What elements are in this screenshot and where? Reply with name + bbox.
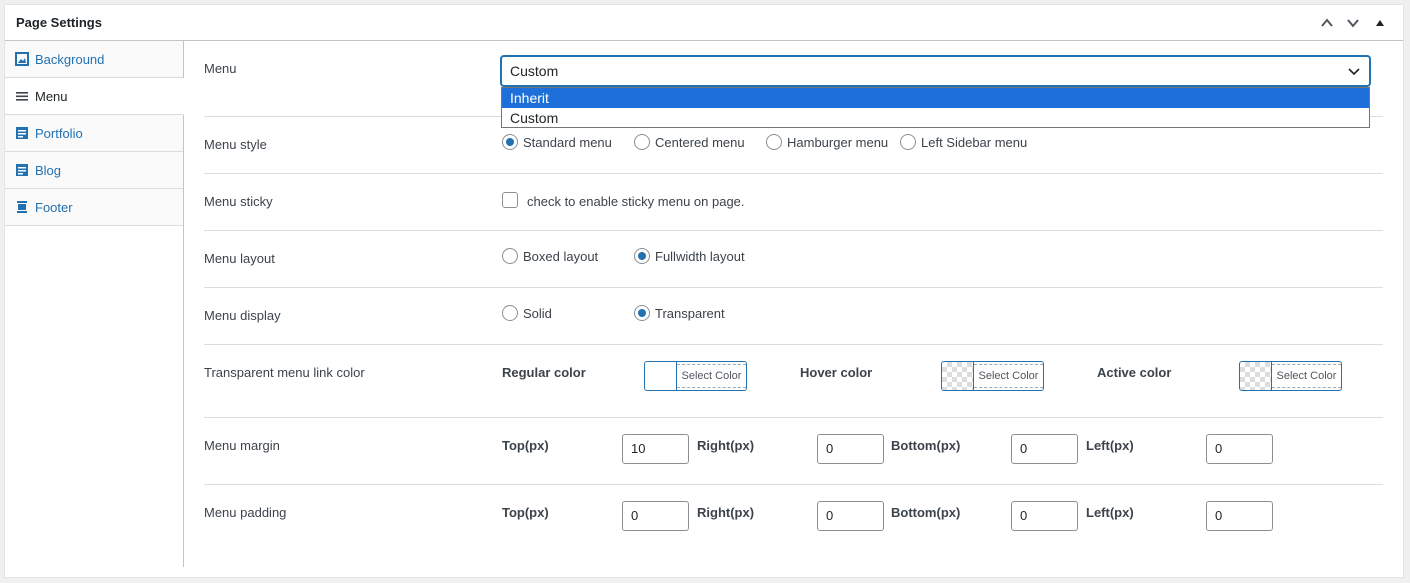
field-label: Menu margin xyxy=(204,438,280,453)
tab-background[interactable]: Background xyxy=(5,41,183,78)
menu-select-row: Menu Custom Inherit Custom xyxy=(204,41,1383,128)
radio-boxed-layout[interactable]: Boxed layout xyxy=(502,248,598,264)
select-color-text: Select Color xyxy=(974,364,1043,388)
margin-left-input[interactable]: 0 xyxy=(1206,434,1273,464)
option-custom[interactable]: Custom xyxy=(502,108,1369,128)
triangle-up-icon[interactable] xyxy=(1370,13,1390,33)
menu-margin-row: Menu margin Top(px) 10 Right(px) 0 Botto… xyxy=(204,418,1383,485)
menu-display-row: Menu display Solid Transparent xyxy=(204,288,1383,345)
margin-bottom-input[interactable]: 0 xyxy=(1011,434,1078,464)
radio-transparent[interactable]: Transparent xyxy=(634,305,725,321)
radio-standard-menu[interactable]: Standard menu xyxy=(502,134,612,150)
radio-solid[interactable]: Solid xyxy=(502,305,552,321)
field-label: Menu style xyxy=(204,137,267,152)
image-icon xyxy=(15,52,29,66)
left-px-label: Left(px) xyxy=(1086,438,1134,453)
padding-left-input[interactable]: 0 xyxy=(1206,501,1273,531)
menu-select[interactable]: Custom xyxy=(501,56,1370,86)
radio-circle xyxy=(502,248,518,264)
radio-label: Hamburger menu xyxy=(787,134,889,150)
radio-label: Fullwidth layout xyxy=(655,248,745,264)
menu-padding-row: Menu padding Top(px) 0 Right(px) 0 Botto… xyxy=(204,485,1383,552)
top-px-label: Top(px) xyxy=(502,505,549,520)
margin-right-input[interactable]: 0 xyxy=(817,434,884,464)
page-settings-panel: Page Settings Background Menu Portfolio … xyxy=(4,4,1404,578)
radio-circle xyxy=(502,305,518,321)
menu-sticky-row: Menu sticky check to enable sticky menu … xyxy=(204,174,1383,231)
radio-label: Boxed layout xyxy=(523,248,599,264)
checkbox-label: check to enable sticky menu on page. xyxy=(527,194,745,209)
padding-bottom-input[interactable]: 0 xyxy=(1011,501,1078,531)
radio-centered-menu[interactable]: Centered menu xyxy=(634,134,745,150)
active-color-label: Active color xyxy=(1097,365,1172,380)
radio-label: Left Sidebar menu xyxy=(921,134,1028,150)
tab-blog[interactable]: Blog xyxy=(5,152,183,189)
select-color-text: Select Color xyxy=(1272,364,1341,388)
panel-header: Page Settings xyxy=(5,5,1403,41)
radio-circle xyxy=(900,134,916,150)
tab-label: Blog xyxy=(35,162,62,178)
settings-sidebar: Background Menu Portfolio Blog Footer xyxy=(5,41,184,567)
color-swatch xyxy=(942,362,974,390)
tab-menu[interactable]: Menu xyxy=(5,78,184,115)
field-label: Menu padding xyxy=(204,505,287,520)
tab-label: Footer xyxy=(35,199,73,215)
padding-right-input[interactable]: 0 xyxy=(817,501,884,531)
panel-title: Page Settings xyxy=(16,15,102,30)
left-px-label: Left(px) xyxy=(1086,505,1134,520)
menu-select-dropdown: Inherit Custom xyxy=(501,87,1370,128)
link-color-row: Transparent menu link color Regular colo… xyxy=(204,345,1383,418)
tab-label: Menu xyxy=(35,88,68,104)
menu-lines-icon xyxy=(16,92,28,101)
field-label: Menu layout xyxy=(204,251,275,266)
field-label: Menu display xyxy=(204,308,281,323)
select-color-text: Select Color xyxy=(677,364,746,388)
radio-label: Standard menu xyxy=(523,134,612,150)
radio-label: Centered menu xyxy=(655,134,745,150)
radio-hamburger-menu[interactable]: Hamburger menu xyxy=(766,134,888,150)
regular-color-picker[interactable]: Select Color xyxy=(644,361,747,391)
chevron-down-icon xyxy=(1348,68,1360,76)
chevron-up-icon[interactable] xyxy=(1317,13,1337,33)
tab-footer[interactable]: Footer xyxy=(5,189,183,226)
radio-circle xyxy=(634,248,650,264)
right-px-label: Right(px) xyxy=(697,505,755,520)
hover-color-label: Hover color xyxy=(800,365,873,380)
hover-color-picker[interactable]: Select Color xyxy=(941,361,1044,391)
top-px-label: Top(px) xyxy=(502,438,549,453)
menu-layout-row: Menu layout Boxed layout Fullwidth layou… xyxy=(204,231,1383,288)
radio-circle xyxy=(502,134,518,150)
select-value: Custom xyxy=(510,63,559,79)
margin-top-input[interactable]: 10 xyxy=(622,434,689,464)
radio-fullwidth-layout[interactable]: Fullwidth layout xyxy=(634,248,745,264)
tab-label: Portfolio xyxy=(35,125,83,141)
radio-circle xyxy=(634,134,650,150)
radio-label: Solid xyxy=(523,305,552,321)
color-swatch xyxy=(645,362,677,390)
radio-circle xyxy=(634,305,650,321)
field-label: Menu sticky xyxy=(204,194,273,209)
regular-color-label: Regular color xyxy=(502,365,586,380)
tab-label: Background xyxy=(35,51,105,67)
field-label: Menu xyxy=(204,61,237,76)
footer-icon xyxy=(17,201,27,213)
chevron-down-icon[interactable] xyxy=(1343,13,1363,33)
right-px-label: Right(px) xyxy=(697,438,755,453)
active-color-picker[interactable]: Select Color xyxy=(1239,361,1342,391)
option-inherit[interactable]: Inherit xyxy=(502,88,1369,108)
radio-left-sidebar-menu[interactable]: Left Sidebar menu xyxy=(900,134,1027,150)
bottom-px-label: Bottom(px) xyxy=(891,438,961,453)
sticky-menu-checkbox[interactable] xyxy=(502,192,518,208)
field-label: Transparent menu link color xyxy=(204,365,365,380)
bottom-px-label: Bottom(px) xyxy=(891,505,961,520)
padding-top-input[interactable]: 0 xyxy=(622,501,689,531)
radio-circle xyxy=(766,134,782,150)
color-swatch xyxy=(1240,362,1272,390)
tab-portfolio[interactable]: Portfolio xyxy=(5,115,183,152)
portfolio-icon xyxy=(16,127,28,139)
blog-icon xyxy=(16,164,28,176)
radio-label: Transparent xyxy=(655,305,725,321)
